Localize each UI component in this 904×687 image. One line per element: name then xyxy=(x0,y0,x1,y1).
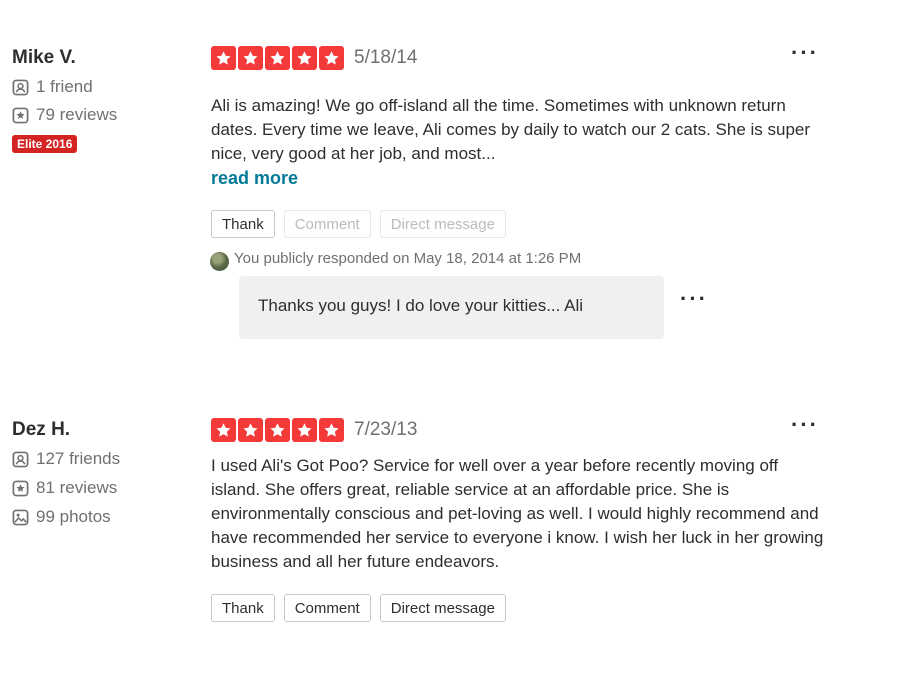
direct-message-button[interactable]: Direct message xyxy=(379,594,506,622)
review-actions: Thank Comment Direct message xyxy=(211,594,831,622)
comment-button[interactable]: Comment xyxy=(283,210,371,238)
star-icon xyxy=(211,418,236,442)
photos-count: 99 photos xyxy=(36,507,111,526)
reviews-icon xyxy=(12,480,29,496)
user-info: Dez H. 127 friends 81 reviews 99 photos xyxy=(12,418,192,531)
read-more-link[interactable]: read more xyxy=(211,166,831,190)
star-icon xyxy=(238,418,263,442)
photos-stat: 99 photos xyxy=(12,503,192,531)
review-date: 7/23/13 xyxy=(354,419,418,440)
user-name[interactable]: Mike V. xyxy=(12,46,192,70)
friends-count: 1 friend xyxy=(36,77,93,96)
friends-count: 127 friends xyxy=(36,449,121,468)
response-text: Thanks you guys! I do love your kitties.… xyxy=(239,276,664,339)
star-icon xyxy=(292,46,317,70)
star-rating xyxy=(211,418,344,442)
friends-icon xyxy=(12,79,29,95)
user-info: Mike V. 1 friend 79 reviews Elite 2016 xyxy=(12,46,192,153)
reviews-count: 81 reviews xyxy=(36,478,118,497)
direct-message-button[interactable]: Direct message xyxy=(379,210,506,238)
more-options-icon[interactable]: ··· xyxy=(791,42,819,64)
star-icon xyxy=(211,46,236,70)
review-actions: Thank Comment Direct message xyxy=(211,210,831,238)
review-item: Dez H. 127 friends 81 reviews 99 photos … xyxy=(0,414,904,638)
response-more-options-icon[interactable]: ··· xyxy=(680,288,708,310)
star-icon xyxy=(238,46,263,70)
star-icon xyxy=(319,46,344,70)
star-icon xyxy=(265,418,290,442)
rating-row: 5/18/14 xyxy=(211,46,831,70)
review-content: 7/23/13 ··· I used Ali's Got Poo? Servic… xyxy=(211,414,831,622)
review-content: 5/18/14 ··· Ali is amazing! We go off-is… xyxy=(211,42,831,238)
thank-button[interactable]: Thank xyxy=(211,210,275,238)
reviews-icon xyxy=(12,107,29,123)
review-text: I used Ali's Got Poo? Service for well o… xyxy=(211,456,824,571)
star-icon xyxy=(292,418,317,442)
more-options-icon[interactable]: ··· xyxy=(791,414,819,436)
review-text: Ali is amazing! We go off-island all the… xyxy=(211,96,811,163)
friends-icon xyxy=(12,451,29,467)
friends-stat: 1 friend xyxy=(12,73,192,101)
thank-button[interactable]: Thank xyxy=(211,594,275,622)
rating-row: 7/23/13 xyxy=(211,418,831,442)
reviews-stat: 79 reviews xyxy=(12,101,192,129)
avatar xyxy=(210,252,229,271)
review-date: 5/18/14 xyxy=(354,47,418,68)
photos-icon xyxy=(12,509,29,525)
star-icon xyxy=(265,46,290,70)
star-icon xyxy=(319,418,344,442)
user-name[interactable]: Dez H. xyxy=(12,418,192,442)
response-header: You publicly responded on May 18, 2014 a… xyxy=(210,246,710,271)
reviews-count: 79 reviews xyxy=(36,105,118,124)
star-rating xyxy=(211,46,344,70)
owner-response: You publicly responded on May 18, 2014 a… xyxy=(210,246,710,339)
friends-stat: 127 friends xyxy=(12,445,192,473)
response-meta: You publicly responded on May 18, 2014 a… xyxy=(234,250,582,267)
comment-button[interactable]: Comment xyxy=(283,594,371,622)
reviews-stat: 81 reviews xyxy=(12,474,192,502)
elite-badge: Elite 2016 xyxy=(12,135,78,153)
